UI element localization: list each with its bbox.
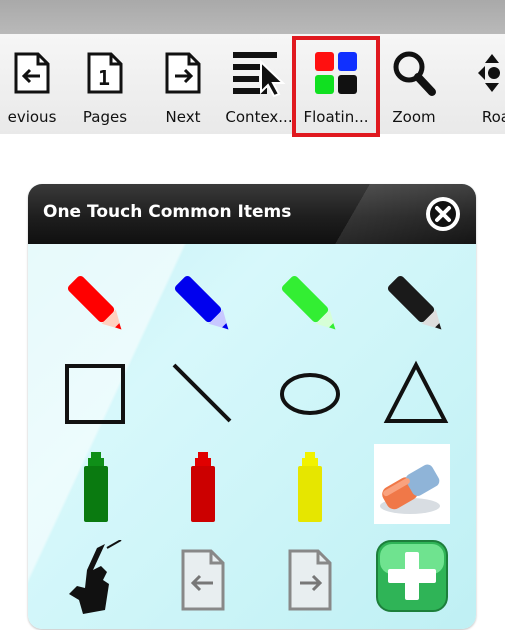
selection-frame — [292, 36, 380, 137]
close-icon[interactable] — [424, 195, 462, 233]
title-strip — [0, 0, 505, 34]
palette-previous-page[interactable] — [153, 530, 253, 629]
toolbar-floating-button[interactable]: Floatin... — [292, 34, 380, 137]
pen-icon — [387, 275, 442, 330]
pages-icon: 1 — [83, 46, 127, 100]
pen-icon — [174, 275, 229, 330]
toolbar-context-label: Contex... — [225, 108, 293, 126]
triangle-icon — [383, 360, 449, 423]
select-hand[interactable] — [46, 530, 146, 629]
triangle-shape[interactable] — [366, 344, 466, 444]
red-highlighter[interactable] — [153, 436, 253, 536]
highlighter-icon — [84, 452, 108, 522]
pen-icon — [67, 275, 122, 330]
toolbar-zoom-button[interactable]: Zoom — [382, 34, 446, 134]
previous-page-icon — [181, 549, 225, 611]
next-page-icon — [288, 549, 332, 611]
eraser[interactable] — [374, 444, 450, 524]
add-item-button[interactable] — [370, 534, 454, 618]
black-pen[interactable] — [366, 254, 466, 354]
toolbar: evious 1 Pages Next Contex... Floatin...… — [0, 34, 505, 137]
palette-header[interactable]: One Touch Common Items — [28, 184, 476, 244]
yellow-highlighter[interactable] — [260, 436, 360, 536]
toolbar-previous-button[interactable]: evious — [0, 34, 72, 134]
floating-palette: One Touch Common Items — [28, 184, 476, 629]
palette-next-page[interactable] — [260, 530, 360, 629]
line-shape[interactable] — [153, 344, 253, 444]
pen-icon — [281, 275, 336, 330]
eraser-icon — [380, 464, 440, 514]
toolbar-roam-label: Roar — [481, 108, 505, 126]
blue-pen[interactable] — [153, 254, 253, 354]
context-select-icon — [229, 46, 289, 100]
rectangle-shape[interactable] — [46, 344, 146, 444]
red-pen[interactable] — [46, 254, 146, 354]
svg-text:1: 1 — [98, 66, 110, 90]
toolbar-roam-button[interactable]: Roar — [462, 34, 505, 134]
highlighter-icon — [191, 452, 215, 522]
previous-page-icon — [10, 46, 54, 100]
toolbar-pages-button[interactable]: 1 Pages — [70, 34, 140, 134]
ellipse-icon — [280, 373, 340, 415]
ellipse-shape[interactable] — [260, 344, 360, 444]
toolbar-next-button[interactable]: Next — [148, 34, 218, 134]
toolbar-pages-label: Pages — [82, 108, 128, 126]
toolbar-context-button[interactable]: Contex... — [222, 34, 296, 134]
plus-icon — [376, 540, 448, 612]
highlighter-icon — [298, 452, 322, 522]
green-highlighter[interactable] — [46, 436, 146, 536]
green-pen[interactable] — [260, 254, 360, 354]
palette-title: One Touch Common Items — [43, 202, 292, 222]
toolbar-zoom-label: Zoom — [392, 108, 436, 126]
roam-icon — [472, 46, 505, 100]
line-icon — [172, 363, 232, 423]
toolbar-next-label: Next — [165, 108, 201, 126]
hand-pointer-icon — [69, 540, 122, 614]
toolbar-previous-label: evious — [7, 108, 57, 126]
zoom-icon — [390, 46, 438, 100]
next-page-icon — [161, 46, 205, 100]
rectangle-icon — [65, 364, 125, 424]
